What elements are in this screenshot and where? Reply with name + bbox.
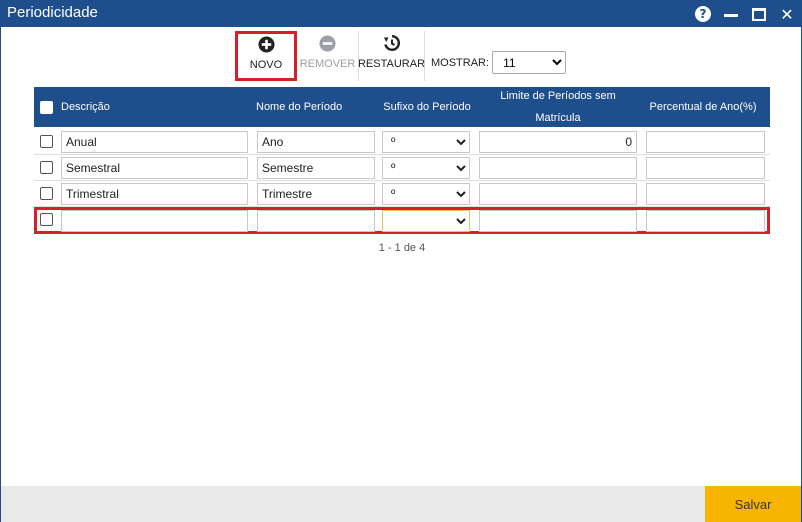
periodicidade-grid: Descrição Nome do Período Sufixo do Perí… <box>34 87 770 234</box>
cell-percentual <box>646 157 765 179</box>
col-limite-periodos[interactable]: Limite de Períodos sem Matrícula <box>494 87 622 127</box>
minimize-icon <box>724 13 738 17</box>
nome-input[interactable] <box>257 210 375 232</box>
row-checkbox[interactable] <box>40 135 53 148</box>
cell-sufixo: º <box>382 183 470 205</box>
help-icon: ? <box>695 6 711 22</box>
cell-sufixo <box>382 210 470 232</box>
cell-percentual <box>646 210 765 232</box>
maximize-icon <box>752 7 766 21</box>
remover-label: REMOVER <box>299 58 356 70</box>
nome-input[interactable] <box>257 157 375 179</box>
nome-input[interactable] <box>257 183 375 205</box>
remover-button[interactable]: REMOVER <box>297 31 359 81</box>
percentual-input[interactable] <box>646 157 765 179</box>
cell-percentual <box>646 183 765 205</box>
window-controls: ? ✕ <box>689 1 801 27</box>
restaurar-label: RESTAURAR <box>357 58 426 70</box>
percentual-input[interactable] <box>646 210 765 232</box>
pager-info: 1 - 1 de 4 <box>378 242 426 254</box>
new-table-row <box>34 207 770 234</box>
col-descricao[interactable]: Descrição <box>61 87 251 127</box>
sufixo-select[interactable] <box>382 210 470 232</box>
novo-label: NOVO <box>249 59 283 71</box>
mostrar-control: MOSTRAR: 11 <box>431 51 567 74</box>
cell-limite <box>479 131 637 153</box>
cell-descricao <box>61 210 248 232</box>
maximize-button[interactable] <box>745 1 773 27</box>
col-nome-periodo[interactable]: Nome do Período <box>256 87 376 127</box>
footer-bar: Salvar <box>1 486 801 522</box>
cell-limite <box>479 157 637 179</box>
grid-header: Descrição Nome do Período Sufixo do Perí… <box>34 87 770 127</box>
dialog-window: Periodicidade ? ✕ NOVO REMOVER RESTAURAR… <box>0 0 802 522</box>
cell-descricao <box>61 157 248 179</box>
select-all-cell <box>39 87 53 127</box>
cell-percentual <box>646 131 765 153</box>
cell-sufixo: º <box>382 131 470 153</box>
novo-button[interactable]: NOVO <box>235 31 297 81</box>
sufixo-select[interactable]: º <box>382 131 470 153</box>
mostrar-label: MOSTRAR: <box>431 56 490 69</box>
title-bar: Periodicidade ? ✕ <box>1 1 801 27</box>
cell-nome <box>257 183 375 205</box>
select-all-checkbox[interactable] <box>39 100 53 114</box>
minimize-button[interactable] <box>717 1 745 27</box>
plus-circle-icon <box>257 35 275 53</box>
table-row: º <box>34 155 770 181</box>
percentual-input[interactable] <box>646 183 765 205</box>
window-title: Periodicidade <box>7 4 98 21</box>
row-checkbox[interactable] <box>40 213 53 226</box>
descricao-input[interactable] <box>61 131 248 153</box>
cell-limite <box>479 210 637 232</box>
cell-limite <box>479 183 637 205</box>
sufixo-select[interactable]: º <box>382 183 470 205</box>
nome-input[interactable] <box>257 131 375 153</box>
descricao-input[interactable] <box>61 183 248 205</box>
row-checkbox[interactable] <box>40 187 53 200</box>
cell-descricao <box>61 183 248 205</box>
col-sufixo-periodo[interactable]: Sufixo do Período <box>381 87 473 127</box>
table-row: º <box>34 181 770 207</box>
toolbar: NOVO REMOVER RESTAURAR MOSTRAR: 11 <box>235 31 567 81</box>
row-checkbox[interactable] <box>40 161 53 174</box>
descricao-input[interactable] <box>61 157 248 179</box>
limite-input[interactable] <box>479 157 637 179</box>
limite-input[interactable] <box>479 210 637 232</box>
minus-circle-icon <box>319 34 337 52</box>
percentual-input[interactable] <box>646 131 765 153</box>
save-button[interactable]: Salvar <box>705 486 801 522</box>
close-button[interactable]: ✕ <box>773 1 801 27</box>
close-icon: ✕ <box>780 4 794 24</box>
restaurar-button[interactable]: RESTAURAR <box>357 31 426 81</box>
cell-nome <box>257 157 375 179</box>
restore-history-icon <box>383 34 401 52</box>
limite-input[interactable] <box>479 183 637 205</box>
mostrar-select[interactable]: 11 <box>492 51 567 74</box>
descricao-input[interactable] <box>61 210 248 232</box>
cell-descricao <box>61 131 248 153</box>
sufixo-select[interactable]: º <box>382 157 470 179</box>
cell-nome <box>257 131 375 153</box>
col-percentual-ano[interactable]: Percentual de Ano(%) <box>644 87 762 127</box>
help-button[interactable]: ? <box>689 1 717 27</box>
cell-nome <box>257 210 375 232</box>
table-row: º <box>34 129 770 155</box>
limite-input[interactable] <box>479 131 637 153</box>
cell-sufixo: º <box>382 157 470 179</box>
